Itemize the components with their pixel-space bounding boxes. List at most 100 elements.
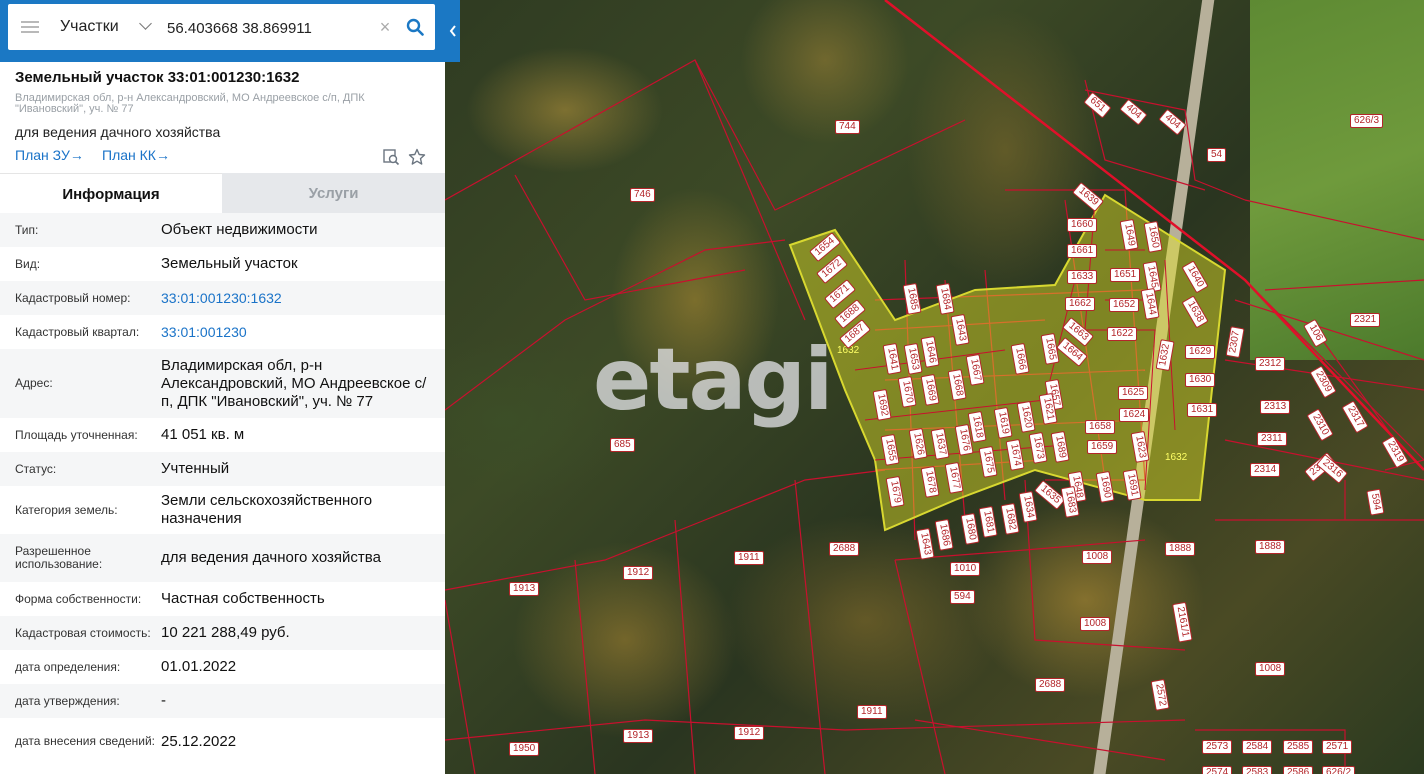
tab-information[interactable]: Информация <box>0 173 222 214</box>
preview-search-icon[interactable] <box>382 148 400 166</box>
parcel-number-label: 2311 <box>1257 432 1287 446</box>
plan-kk-link[interactable]: План КК→ <box>102 147 170 163</box>
parcel-number-label: 2688 <box>1035 678 1066 692</box>
parcel-number-label: 1008 <box>1082 550 1113 564</box>
collapse-panel-button[interactable] <box>445 0 460 62</box>
info-row: Кадастровый номер: 33:01:001230:1632 <box>0 281 445 315</box>
parcel-number-label: 1911 <box>734 551 764 565</box>
info-value: для ведения дачного хозяйства <box>161 549 381 566</box>
parcel-number-label: 626/3 <box>1350 114 1384 128</box>
info-value: 41 051 кв. м <box>161 426 245 443</box>
info-row: дата определения: 01.01.2022 <box>0 650 445 684</box>
info-key: Разрешенное использование: <box>15 544 103 571</box>
parcel-number-label: 1010 <box>950 562 981 576</box>
star-icon[interactable] <box>408 148 426 166</box>
close-icon[interactable]: × <box>376 4 394 50</box>
menu-icon[interactable] <box>8 4 52 50</box>
info-key: Кадастровый квартал: <box>15 324 140 339</box>
parcel-number-label: 1008 <box>1080 617 1111 631</box>
info-row: Тип: Объект недвижимости <box>0 213 445 247</box>
info-value: 25.12.2022 <box>161 732 237 750</box>
parcel-number-label: 1658 <box>1085 420 1116 434</box>
info-key: дата определения: <box>15 659 121 674</box>
parcel-number-label: 1631 <box>1187 403 1218 417</box>
parcel-number-label: 1629 <box>1185 345 1216 359</box>
info-value: Владимирская обл, р-н Александровский, М… <box>161 356 427 410</box>
info-row: дата утверждения: - <box>0 684 445 718</box>
info-key: Кадастровая стоимость: <box>15 625 151 640</box>
parcel-number-label: 2584 <box>1242 740 1273 754</box>
parcel-number-label: 1913 <box>623 729 654 743</box>
watermark-logo: etagi <box>593 330 834 430</box>
parcel-number-label: 2574 <box>1202 766 1233 774</box>
info-key: Вид: <box>15 256 41 271</box>
info-value: Объект недвижимости <box>161 221 318 238</box>
info-value-link[interactable]: 33:01:001230 <box>161 323 435 341</box>
info-key: Статус: <box>15 461 57 476</box>
info-row: Кадастровая стоимость: 10 221 288,49 руб. <box>0 616 445 650</box>
search-icon[interactable] <box>398 4 432 50</box>
parcel-number-label: 685 <box>610 438 635 452</box>
parcel-number-label: 2586 <box>1283 766 1314 774</box>
info-value: Учтенный <box>161 460 230 477</box>
parcel-number-label: 744 <box>835 120 860 134</box>
parcel-purpose: для ведения дачного хозяйства <box>15 124 221 140</box>
parcel-number-label: 1888 <box>1255 540 1286 554</box>
info-key: Тип: <box>15 222 39 237</box>
info-row: Форма собственности: Частная собственност… <box>0 582 445 616</box>
info-key: дата утверждения: <box>15 693 120 708</box>
parcel-number-label: 1912 <box>623 566 654 580</box>
parcel-number-label: 1008 <box>1255 662 1286 676</box>
info-row: Адрес: Владимирская обл, р-н Александровс… <box>0 349 445 418</box>
parcel-number-label: 2321 <box>1350 313 1381 327</box>
plan-zu-link[interactable]: План ЗУ→ <box>15 147 84 163</box>
parcel-number-label: 1659 <box>1087 440 1118 454</box>
info-value: 10 221 288,49 руб. <box>161 624 290 641</box>
highlight-parcel-label: 1632 <box>1165 452 1188 463</box>
parcel-number-label: 1660 <box>1067 218 1098 232</box>
info-value: Частная собственность <box>161 590 325 607</box>
info-row: Категория земель: Земли сельскохозяйствен… <box>0 486 445 534</box>
parcel-number-label: 1652 <box>1109 298 1140 312</box>
parcel-number-label: 1888 <box>1165 542 1196 556</box>
parcel-number-label: 1630 <box>1185 373 1216 387</box>
parcel-number-label: 1912 <box>734 726 765 740</box>
parcel-number-label: 2583 <box>1242 766 1273 774</box>
info-value: 01.01.2022 <box>161 658 237 675</box>
parcel-number-label: 626/2 <box>1322 766 1356 774</box>
info-row: Площадь уточненная: 41 051 кв. м <box>0 418 445 452</box>
search-input[interactable] <box>165 4 374 52</box>
info-key: Кадастровый номер: <box>15 290 131 305</box>
info-row: Разрешенное использование: для ведения да… <box>0 534 445 582</box>
parcel-number-label: 54 <box>1207 148 1227 162</box>
info-value: - <box>161 692 166 709</box>
info-key: Категория земель: <box>15 502 118 517</box>
search-box: Участки × <box>8 4 435 52</box>
parcel-number-label: 1913 <box>509 582 540 596</box>
info-panel: Земельный участок 33:01:001230:1632 Влад… <box>0 62 445 774</box>
info-row: Статус: Учтенный <box>0 452 445 486</box>
info-value: Земли сельскохозяйственного назначения <box>161 492 373 527</box>
parcel-address-short: Владимирская обл, р-н Александровский, М… <box>15 92 365 115</box>
info-table: Тип: Объект недвижимости Вид: Земельный уча… <box>0 213 445 765</box>
parcel-number-label: 1661 <box>1067 244 1098 258</box>
parcel-number-label: 1651 <box>1110 268 1141 282</box>
tab-services[interactable]: Услуги <box>222 173 445 213</box>
info-row: Вид: Земельный участок <box>0 247 445 281</box>
tab-bar: Информация Услуги <box>0 173 445 214</box>
parcel-number-label: 1662 <box>1065 297 1096 311</box>
parcel-number-label: 1633 <box>1067 270 1098 284</box>
info-key: Адрес: <box>15 376 53 390</box>
parcel-number-label: 1624 <box>1119 408 1150 422</box>
map-view[interactable]: 1632 1632 651 404 404 54 744 746 1639 1660 1649 1… <box>445 0 1424 774</box>
parcel-number-label: 1911 <box>857 705 887 719</box>
search-bar: Участки × <box>0 0 460 62</box>
parcel-number-label: 2314 <box>1250 463 1281 477</box>
parcel-number-label: 594 <box>950 590 975 604</box>
info-key: дата внесения сведений: <box>15 734 155 748</box>
parcel-number-label: 2585 <box>1283 740 1314 754</box>
parcel-number-label: 1622 <box>1107 327 1138 341</box>
info-row: дата внесения сведений: 25.12.2022 <box>0 718 445 765</box>
info-value-link[interactable]: 33:01:001230:1632 <box>161 289 435 307</box>
parcel-number-label: 1625 <box>1118 386 1149 400</box>
